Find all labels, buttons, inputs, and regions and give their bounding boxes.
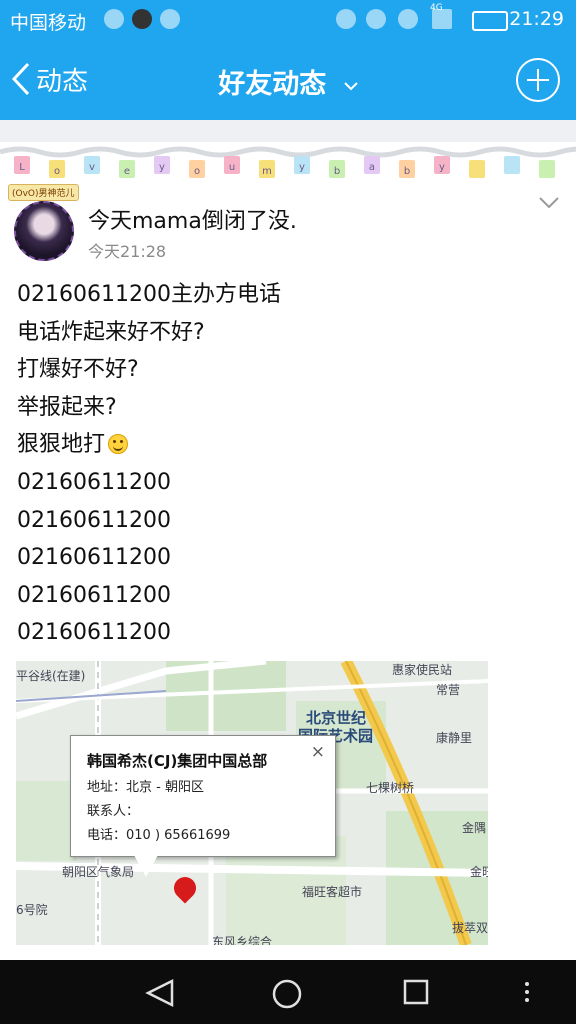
clock: 21:29	[509, 8, 564, 30]
battery-icon	[472, 11, 508, 31]
status-bar: 中国移动 4G 21:29	[0, 0, 576, 38]
close-icon[interactable]: ×	[311, 742, 325, 762]
post-line: 狠狠地打	[17, 432, 106, 458]
map-label: 七棵树桥	[366, 781, 415, 795]
svg-text:y: y	[299, 162, 305, 173]
post-line: 02160611200	[17, 582, 171, 608]
bunting-flag: y	[434, 156, 450, 174]
post-line-with-emoji: 狠狠地打	[17, 426, 557, 464]
map-label: 惠家使民站	[392, 663, 453, 677]
map-label: 6号院	[16, 903, 48, 917]
bunting-decoration: Lo v e y o u m y b a b y	[0, 146, 576, 178]
bunting-flag: b	[329, 160, 345, 178]
map-label: 朝阳区气象局	[62, 865, 135, 879]
bunting-flag: m	[259, 160, 275, 178]
post-content: 02160611200主办方电话 电话炸起来好不好? 打爆好不好? 举报起来? …	[17, 276, 557, 652]
svg-text:m: m	[262, 166, 272, 177]
svg-text:v: v	[89, 162, 95, 173]
post-line: 02160611200	[17, 620, 171, 646]
bunting-flag: b	[399, 160, 415, 178]
svg-text:y: y	[439, 162, 445, 173]
alarm-icon	[336, 9, 356, 29]
system-nav-bar	[0, 960, 576, 1024]
decor-banner: Lo v e y o u m y b a b y	[0, 142, 576, 182]
avatar[interactable]	[14, 201, 74, 261]
app-icon	[132, 9, 152, 29]
svg-text:e: e	[124, 166, 130, 177]
svg-text:a: a	[369, 162, 375, 173]
post-line: 打爆好不好?	[17, 357, 139, 383]
map-label: 拔萃双	[452, 921, 488, 935]
post-timestamp: 今天21:28	[88, 242, 167, 261]
back-triangle-icon[interactable]	[144, 978, 176, 1008]
home-circle-icon[interactable]	[271, 978, 303, 1010]
eye-icon	[366, 9, 386, 29]
dropdown-chevron-icon	[343, 81, 358, 90]
map-info-popup[interactable]: 韩国希杰(CJ)集团中国总部 地址：北京 - 朝阳区 联系人： 电话：010 )…	[70, 735, 336, 857]
bunting-flag	[469, 160, 485, 178]
overflow-dots-icon[interactable]	[522, 978, 532, 1006]
map-label: 北京世纪	[306, 709, 367, 727]
map-label: 常营	[436, 683, 461, 697]
svg-text:o: o	[54, 166, 60, 177]
page-title: 好友动态	[218, 69, 327, 100]
popup-address: 地址：北京 - 朝阳区	[87, 780, 204, 795]
svg-text:o: o	[194, 166, 200, 177]
carrier-name: 中国移动	[10, 12, 87, 34]
divider	[0, 120, 576, 142]
notification-icon	[160, 9, 180, 29]
svg-text:u: u	[229, 162, 235, 173]
top-nav-bar: 动态 好友动态	[0, 38, 576, 120]
recents-square-icon[interactable]	[402, 978, 430, 1006]
post-line: 02160611200	[17, 469, 171, 495]
wifi-icon	[398, 9, 418, 29]
post-line: 举报起来?	[17, 394, 117, 420]
feed-title-dropdown[interactable]: 好友动态	[0, 62, 576, 101]
map-label: 康静里	[436, 731, 473, 745]
popup-pointer	[134, 855, 158, 877]
avatar-tag: (OvO)男神范儿	[8, 184, 79, 201]
popup-contact: 联系人：	[87, 804, 140, 819]
avatar-wrap[interactable]: (OvO)男神范儿	[8, 184, 79, 261]
map-label: 金旺	[470, 865, 488, 879]
bunting-flag: o	[189, 160, 205, 178]
popup-phone: 电话：010 ) 65661699	[87, 828, 231, 843]
more-chevron-icon[interactable]	[538, 196, 560, 210]
map-label: 平谷线(在建)	[16, 669, 86, 683]
popup-title: 韩国希杰(CJ)集团中国总部	[87, 752, 268, 770]
svg-text:b: b	[404, 166, 410, 177]
bunting-flag: y	[154, 156, 170, 174]
post-line: 电话炸起来好不好?	[17, 319, 205, 345]
post-line: 02160611200	[17, 507, 171, 533]
bunting-flag: a	[364, 156, 380, 174]
bunting-flag: y	[294, 156, 310, 174]
signal-icon	[432, 9, 452, 29]
bunting-flag: o	[49, 160, 65, 178]
post-line: 02160611200	[17, 545, 171, 571]
map-label: 东风乡综合	[212, 935, 273, 945]
bunting-flag	[539, 160, 555, 178]
svg-text:y: y	[159, 162, 165, 173]
bunting-flag: e	[119, 160, 135, 178]
map-label: 福旺客超市	[302, 885, 363, 899]
bunting-flag: u	[224, 156, 240, 174]
post-author-title[interactable]: 今天mama倒闭了没.	[88, 203, 297, 235]
smile-emoji-icon	[108, 434, 129, 455]
svg-text:L: L	[19, 162, 25, 173]
bunting-flag	[504, 156, 520, 174]
bunting-flag: L	[14, 156, 30, 174]
post-line: 02160611200主办方电话	[17, 282, 281, 307]
map-image[interactable]: 平谷线(在建) 惠家使民站 常营 北京世纪 国际艺术园 康静里 七棵树桥 金隅 …	[16, 661, 488, 945]
bunting-flag: v	[84, 156, 100, 174]
map-label: 金隅	[462, 821, 487, 835]
add-icon[interactable]	[516, 58, 560, 102]
svg-text:b: b	[334, 166, 340, 177]
notification-icon	[104, 9, 124, 29]
